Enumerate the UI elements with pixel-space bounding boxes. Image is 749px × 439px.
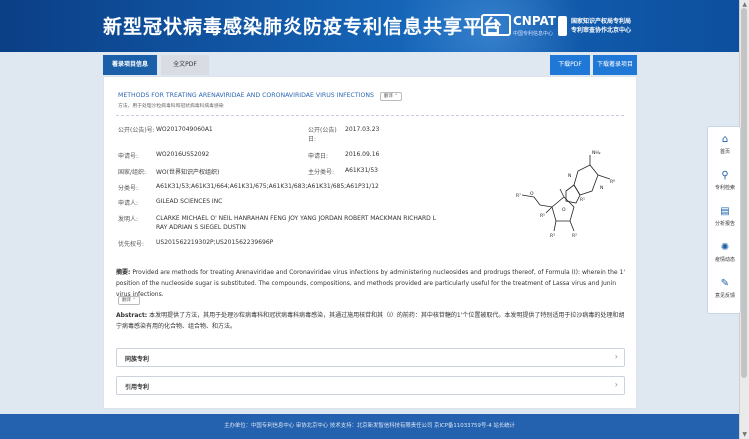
org-name: 国家知识产权局专利局 专利审查协作北京中心	[571, 18, 632, 34]
field-value: US201562219302P;US201562239696P	[156, 239, 274, 246]
field-value: WO(世界知识产权组织)	[156, 169, 220, 176]
svg-text:R¹: R¹	[580, 197, 585, 203]
translate-button[interactable]: 翻译 ⌃	[379, 92, 403, 101]
tab-fulltext-pdf[interactable]: 全文PDF	[161, 55, 209, 75]
field-label: 申请号:	[118, 153, 139, 160]
patent-subtitle: 方法，用于处理沙粒病毒科和冠状病毒科病毒感染	[118, 104, 224, 109]
svg-text:R²: R²	[572, 233, 577, 239]
citing-patents-bar[interactable]: 引用专利 ›	[116, 376, 625, 395]
abstract: 摘要: Provided are methods for treating Ar…	[116, 269, 625, 298]
field-label: 发明人:	[118, 216, 139, 223]
cited-patents-bar[interactable]: 同族专利 ›	[116, 348, 625, 367]
patent-title: METHODS FOR TREATING ARENAVIRIDAE AND CO…	[118, 92, 403, 101]
field-label: 主分类号:	[308, 169, 335, 176]
virus-icon: ✺	[720, 242, 730, 253]
side-item-analysis-report[interactable]: ▤ 分析报告	[708, 203, 742, 231]
abstract-translation: Abstract: 本发明提供了方法，其用于处理沙粒病毒科和冠状病毒科病毒感染，…	[116, 312, 625, 330]
patent-panel: METHODS FOR TREATING ARENAVIRIDAE AND CO…	[103, 76, 637, 409]
download-pdf-button[interactable]: 下载PDF	[550, 55, 590, 75]
field-value: WO2017049060A1	[156, 126, 213, 133]
collapse-button[interactable]: 翻译 ⌃	[118, 296, 141, 305]
field-label: 申请日:	[308, 153, 329, 160]
field-label: 国家/组织:	[118, 169, 147, 176]
chevron-right-icon: ›	[614, 352, 618, 361]
side-item-home[interactable]: ⌂ 首页	[708, 131, 742, 159]
toolbar: 著录项目信息 全文PDF 下载PDF 下载著录项目	[103, 55, 637, 75]
svg-text:R⁵: R⁵	[540, 213, 545, 219]
tab-bibliographic[interactable]: 著录项目信息	[103, 55, 157, 75]
chemical-structure-image: O NH₂ N N R⁸ R⁷ O R³ R² R⁵ R¹	[516, 150, 615, 239]
svg-text:NH₂: NH₂	[592, 150, 601, 156]
divider	[116, 115, 624, 116]
side-item-patent-search[interactable]: ⚲ 专利检索	[708, 167, 742, 195]
field-label: 公开(公告)号:	[118, 127, 155, 134]
field-value: A61K31/53;A61K31/664;A61K31/675;A61K31/6…	[156, 183, 379, 190]
cnpat-logo-icon: i	[481, 14, 511, 36]
field-value: A61K31/53	[345, 167, 378, 174]
home-icon: ⌂	[721, 134, 729, 145]
field-value: GILEAD SCIENCES INC	[156, 198, 223, 205]
svg-text:R⁷: R⁷	[516, 193, 521, 199]
scroll-up-icon[interactable]: ▲	[742, 1, 747, 8]
svg-text:N: N	[600, 185, 603, 191]
svg-text:O: O	[562, 207, 566, 213]
side-item-feedback[interactable]: ✎ 意见反馈	[708, 275, 742, 303]
svg-text:R³: R³	[550, 233, 555, 239]
chevron-right-icon: ›	[614, 380, 618, 389]
field-label: 分类号:	[118, 185, 139, 192]
search-icon: ⚲	[721, 170, 729, 181]
field-value: 2016.09.16	[345, 151, 380, 158]
side-nav: ⌂ 首页 ⚲ 专利检索 ▤ 分析报告 ✺ 疫情动态 ✎ 意见反馈	[707, 126, 741, 314]
header-banner: 新型冠状病毒感染肺炎防疫专利信息共享平台 i CNPAT 中国专利信息中心 国家…	[0, 0, 739, 52]
scroll-down-icon[interactable]: ▼	[742, 431, 747, 438]
sipo-emblem-icon	[558, 16, 567, 36]
field-value: WO2016US52092	[156, 151, 210, 158]
side-item-epidemic-news[interactable]: ✺ 疫情动态	[708, 239, 742, 267]
feedback-icon: ✎	[720, 278, 730, 289]
field-label: 优先权号:	[118, 241, 145, 248]
svg-text:N: N	[568, 173, 571, 179]
site-title: 新型冠状病毒感染肺炎防疫专利信息共享平台	[103, 16, 504, 38]
footer: 主办单位：中国专利信息中心 审协北京中心 技术支持：北京新发智信科技有限责任公司…	[0, 414, 739, 439]
svg-text:O: O	[530, 191, 534, 197]
field-value: 2017.03.23	[345, 126, 380, 133]
svg-text:R⁸: R⁸	[610, 179, 615, 185]
field-label: 公开(公告)日:	[308, 127, 337, 143]
document-icon: ▤	[720, 206, 730, 217]
cnpat-logo-text: CNPAT	[513, 14, 557, 28]
field-label: 申请人:	[118, 200, 139, 207]
download-record-button[interactable]: 下载著录项目	[593, 55, 637, 75]
field-value: CLARKE MICHAEL O' NEIL HANRAHAN FENG JOY…	[156, 215, 437, 231]
cnpat-logo-sub: 中国专利信息中心	[513, 31, 554, 37]
